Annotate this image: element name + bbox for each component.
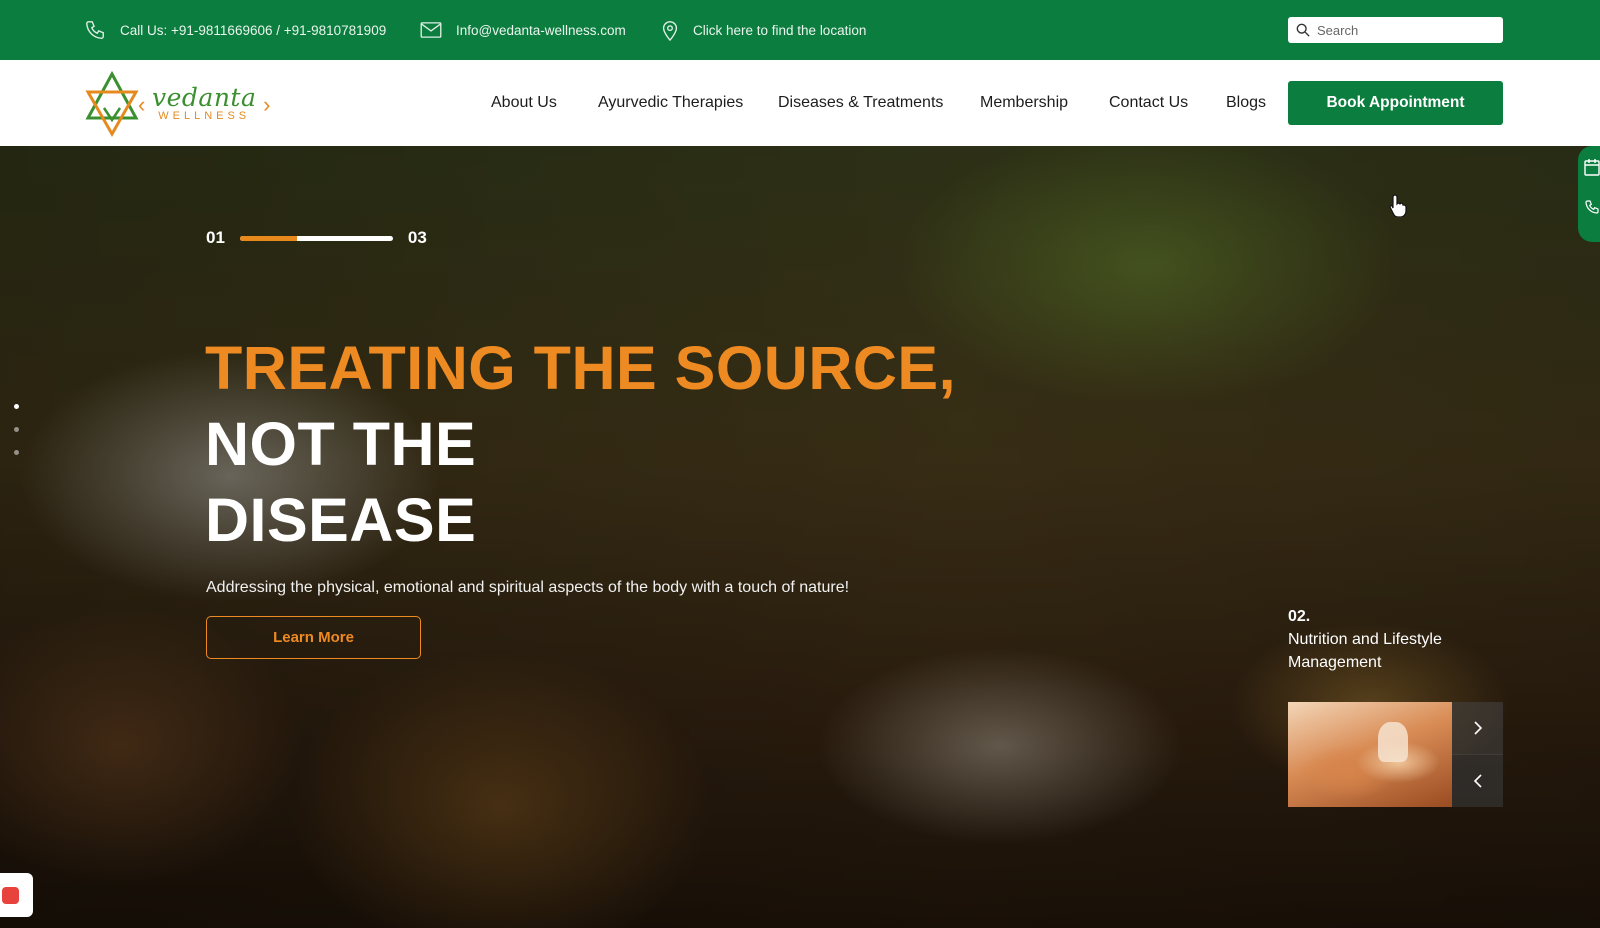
floating-quick-actions [1578, 146, 1600, 242]
hero-title-line-3: DISEASE [205, 486, 477, 554]
slide-dot-1[interactable] [14, 404, 19, 409]
slide-progress: 01 03 [206, 228, 427, 248]
phone-contact[interactable]: Call Us: +91-9811669606 / +91-9810781909 [84, 0, 386, 60]
chevron-right-icon [1473, 721, 1482, 735]
search-icon [1296, 23, 1310, 37]
hand-cursor-icon [1389, 194, 1407, 217]
slide-progress-fill [239, 235, 297, 241]
hero-slider: 01 03 TREATING THE SOURCE, NOT THE DISEA… [0, 146, 1600, 928]
next-slide-thumbnail[interactable] [1288, 702, 1452, 807]
next-slide-preview: 02. Nutrition and Lifestyle Management [1288, 608, 1503, 674]
phone-icon[interactable] [1584, 198, 1600, 216]
book-appointment-button[interactable]: Book Appointment [1288, 81, 1503, 125]
recording-indicator[interactable] [0, 873, 33, 917]
email-contact[interactable]: Info@vedanta-wellness.com [420, 0, 626, 60]
search-input[interactable] [1317, 22, 1487, 38]
phone-text: Call Us: +91-9811669606 / +91-9810781909 [120, 22, 387, 38]
learn-more-button[interactable]: Learn More [206, 616, 421, 659]
nav-contact-us[interactable]: Contact Us [1109, 94, 1188, 112]
hero-subtitle: Addressing the physical, emotional and s… [206, 579, 850, 596]
slide-dots [14, 404, 19, 473]
calendar-icon[interactable] [1584, 158, 1600, 176]
prev-slide-button[interactable] [1452, 754, 1503, 807]
chevron-left-icon [1473, 774, 1482, 788]
nav-diseases-treatments[interactable]: Diseases & Treatments [778, 94, 943, 112]
top-contact-bar: Call Us: +91-9811669606 / +91-9810781909… [0, 0, 1600, 60]
slide-progress-bar [239, 235, 393, 241]
slide-dot-2[interactable] [14, 427, 19, 432]
phone-icon [86, 21, 104, 39]
slide-dot-3[interactable] [14, 450, 19, 455]
next-slide-title: Nutrition and Lifestyle Management [1288, 631, 1442, 671]
slide-total: 03 [407, 228, 427, 247]
main-header: ‹ vedanta WELLNESS › About Us Ayurvedic … [0, 60, 1600, 146]
mail-icon [420, 22, 442, 38]
nav-ayurvedic-therapies[interactable]: Ayurvedic Therapies [598, 94, 743, 112]
location-pin-icon [662, 21, 678, 41]
slide-current: 01 [206, 228, 225, 247]
hero-title-line-2: NOT THE [205, 410, 477, 478]
email-text: Info@vedanta-wellness.com [456, 22, 626, 38]
thumbnail-detail [1378, 722, 1408, 762]
location-text: Click here to find the location [693, 22, 867, 38]
slider-arrows [1452, 702, 1503, 807]
next-slide-button[interactable] [1452, 702, 1503, 754]
hero-title: TREATING THE SOURCE, NOT THE DISEASE [205, 330, 956, 558]
nav-membership[interactable]: Membership [980, 94, 1068, 112]
nav-blogs[interactable]: Blogs [1226, 94, 1266, 112]
location-link[interactable]: Click here to find the location [661, 0, 866, 60]
next-slide-number: 02. [1288, 608, 1311, 625]
search-box[interactable] [1288, 17, 1503, 43]
nav-about-us[interactable]: About Us [491, 94, 557, 112]
hero-title-line-1: TREATING THE SOURCE, [205, 334, 957, 402]
next-slide-media [1288, 702, 1503, 807]
record-icon [2, 887, 19, 904]
